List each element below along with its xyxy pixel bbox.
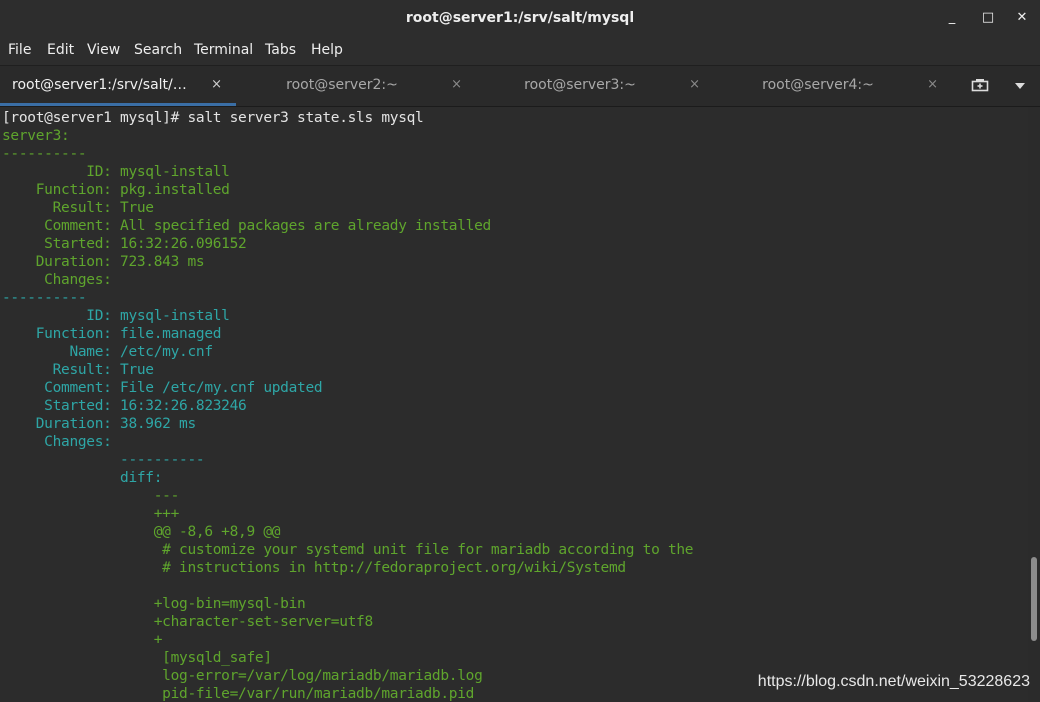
tab-menu-button[interactable] (1000, 66, 1040, 106)
tab-server3[interactable]: root@server3:~ × (478, 66, 714, 106)
chevron-down-icon (1015, 83, 1025, 89)
terminal-line: Result: True (2, 200, 154, 216)
watermark-text: https://blog.csdn.net/weixin_53228623 (757, 673, 1030, 690)
terminal-line: + (2, 632, 163, 648)
new-tab-icon (971, 79, 989, 92)
tab-label: root@server2:~ (286, 77, 398, 93)
menu-edit[interactable]: Edit (47, 36, 74, 65)
menu-file[interactable]: File (8, 36, 31, 65)
window-title: root@server1:/srv/salt/mysql (405, 10, 635, 26)
menu-tabs[interactable]: Tabs (265, 36, 296, 65)
terminal-line: # customize your systemd unit file for m… (2, 542, 694, 558)
vertical-scrollbar[interactable] (1028, 107, 1040, 702)
tab-close-icon[interactable]: × (211, 66, 222, 104)
terminal-line: ---------- (2, 146, 87, 162)
terminal-line: Function: file.managed (2, 326, 222, 342)
new-tab-button[interactable] (960, 66, 1000, 106)
terminal-line: [root@server1 mysql]# salt server3 state… (2, 110, 424, 126)
tab-label: root@server3:~ (524, 77, 636, 93)
terminal-line: +character-set-server=utf8 (2, 614, 373, 630)
menu-terminal[interactable]: Terminal (194, 36, 253, 65)
terminal-line: Changes: (2, 434, 112, 450)
tab-label: root@server4:~ (762, 77, 874, 93)
terminal-line: Comment: All specified packages are alre… (2, 218, 491, 234)
terminal-line: ---------- (2, 452, 205, 468)
terminal-line: ---------- (2, 290, 87, 306)
menu-view[interactable]: View (87, 36, 120, 65)
terminal-line: +++ (2, 506, 180, 522)
tab-server1[interactable]: root@server1:/srv/salt/… × (0, 66, 236, 106)
maximize-button[interactable]: □ (978, 8, 998, 28)
terminal-line: Started: 16:32:26.096152 (2, 236, 247, 252)
close-window-button[interactable]: ✕ (1012, 8, 1032, 28)
terminal-line: Started: 16:32:26.823246 (2, 398, 247, 414)
terminal-line: Duration: 38.962 ms (2, 416, 196, 432)
tab-server2[interactable]: root@server2:~ × (240, 66, 476, 106)
terminal-line: pid-file=/var/run/mariadb/mariadb.pid (2, 686, 475, 702)
menu-help[interactable]: Help (311, 36, 343, 65)
terminal-line: ID: mysql-install (2, 164, 230, 180)
title-bar: root@server1:/srv/salt/mysql _ □ ✕ (0, 0, 1040, 36)
terminal-line: [mysqld_safe] (2, 650, 272, 666)
tab-close-icon[interactable]: × (689, 66, 700, 104)
terminal-line: server3: (2, 128, 70, 144)
terminal-output[interactable]: [root@server1 mysql]# salt server3 state… (0, 107, 1028, 702)
tab-label: root@server1:/srv/salt/… (12, 77, 187, 93)
tab-bar: root@server1:/srv/salt/… × root@server2:… (0, 66, 1040, 107)
terminal-line: Comment: File /etc/my.cnf updated (2, 380, 323, 396)
terminal-line: diff: (2, 470, 163, 486)
terminal-line: Duration: 723.843 ms (2, 254, 205, 270)
terminal-line: ID: mysql-install (2, 308, 230, 324)
terminal-line: # instructions in http://fedoraproject.o… (2, 560, 626, 576)
tab-close-icon[interactable]: × (451, 66, 462, 104)
terminal-line: --- (2, 488, 180, 504)
terminal-line: Result: True (2, 362, 154, 378)
terminal-line: +log-bin=mysql-bin (2, 596, 306, 612)
tab-close-icon[interactable]: × (927, 66, 938, 104)
close-icon: ✕ (1016, 10, 1028, 25)
terminal-line: @@ -8,6 +8,9 @@ (2, 524, 281, 540)
active-tab-indicator (0, 103, 236, 106)
scrollbar-thumb[interactable] (1031, 557, 1037, 641)
menu-bar: File Edit View Search Terminal Tabs Help (0, 36, 1040, 66)
minimize-icon: _ (948, 10, 956, 25)
tab-server4[interactable]: root@server4:~ × (716, 66, 952, 106)
terminal-line: Name: /etc/my.cnf (2, 344, 213, 360)
terminal-line: Function: pkg.installed (2, 182, 230, 198)
maximize-icon: □ (981, 10, 995, 25)
minimize-button[interactable]: _ (942, 8, 962, 28)
terminal-line: Changes: (2, 272, 112, 288)
terminal-line: log-error=/var/log/mariadb/mariadb.log (2, 668, 483, 684)
menu-search[interactable]: Search (134, 36, 182, 65)
